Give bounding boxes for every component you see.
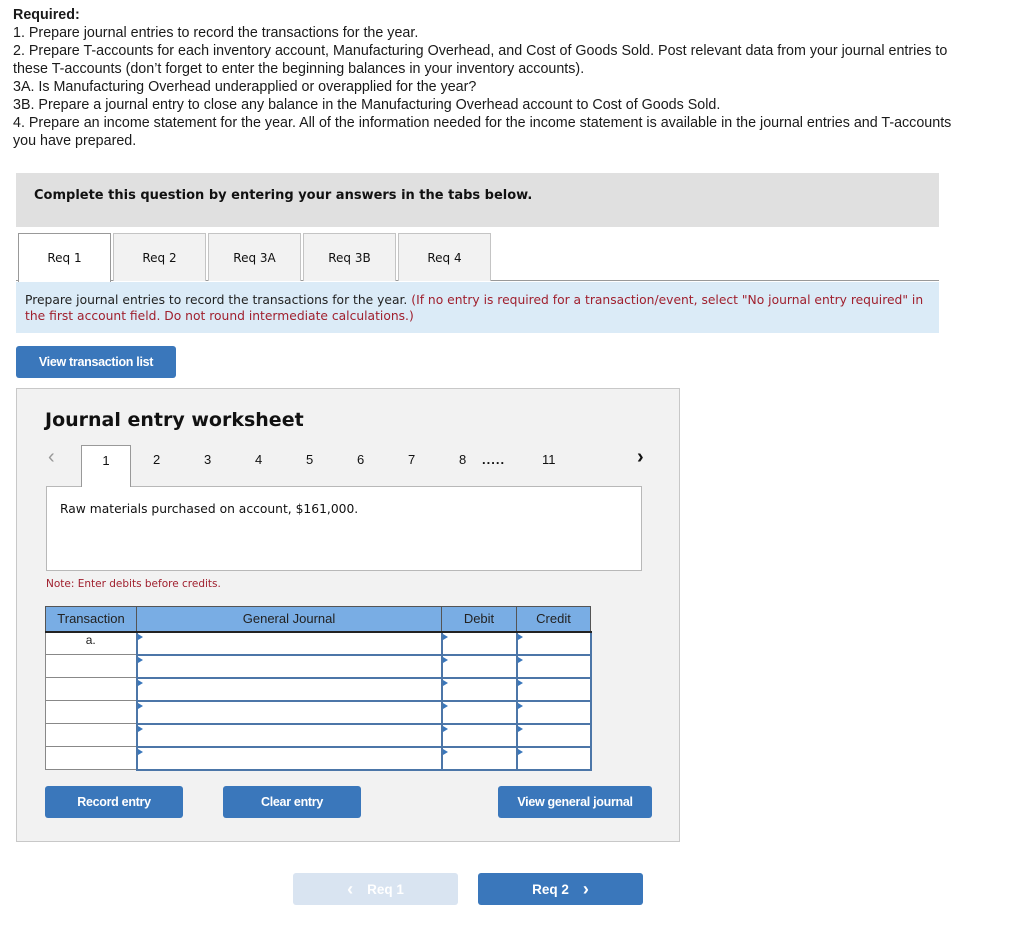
requirements-section: Required: 1. Prepare journal entries to … bbox=[13, 6, 953, 150]
debit-input[interactable] bbox=[440, 699, 518, 725]
requirement-tabs: Req 1 Req 2 Req 3A Req 3B Req 4 bbox=[16, 233, 939, 282]
transaction-cell bbox=[45, 746, 137, 770]
account-select[interactable] bbox=[135, 676, 443, 702]
tab-req-4[interactable]: Req 4 bbox=[398, 233, 491, 281]
transaction-cell bbox=[45, 723, 137, 747]
worksheet-title: Journal entry worksheet bbox=[45, 409, 304, 431]
table-row bbox=[45, 745, 592, 771]
debit-credit-note: Note: Enter debits before credits. bbox=[46, 578, 221, 590]
instruction-text: Complete this question by entering your … bbox=[34, 188, 533, 203]
page-8[interactable]: 8 bbox=[459, 452, 466, 467]
journal-entry-worksheet: Journal entry worksheet ‹ 1 2 3 4 5 6 7 … bbox=[16, 388, 680, 842]
account-select[interactable] bbox=[135, 745, 443, 771]
instruction-bar: Complete this question by entering your … bbox=[16, 173, 939, 227]
prompt-box: Prepare journal entries to record the tr… bbox=[16, 282, 939, 333]
transaction-cell bbox=[45, 677, 137, 701]
table-row bbox=[45, 676, 592, 702]
requirement-4: 4. Prepare an income statement for the y… bbox=[13, 115, 952, 149]
requirement-3b: 3B. Prepare a journal entry to close any… bbox=[13, 97, 721, 113]
chevron-left-icon: ‹ bbox=[347, 878, 354, 899]
debit-input[interactable] bbox=[440, 653, 518, 679]
transaction-cell bbox=[45, 654, 137, 678]
debit-input[interactable] bbox=[440, 630, 518, 656]
credit-input[interactable] bbox=[515, 653, 592, 679]
page-11[interactable]: 11 bbox=[542, 452, 556, 467]
journal-table: Transaction General Journal Debit Credit… bbox=[45, 606, 592, 771]
account-select[interactable] bbox=[135, 653, 443, 679]
entry-pager: ‹ 1 2 3 4 5 6 7 8 ..... 11 › bbox=[17, 445, 681, 487]
prev-req-label: Req 1 bbox=[367, 881, 404, 897]
header-transaction: Transaction bbox=[45, 606, 137, 633]
credit-input[interactable] bbox=[515, 745, 592, 771]
requirements-title: Required: bbox=[13, 7, 80, 23]
debit-input[interactable] bbox=[440, 676, 518, 702]
next-entry-icon[interactable]: › bbox=[637, 446, 644, 469]
tab-req-3a[interactable]: Req 3A bbox=[208, 233, 301, 281]
credit-input[interactable] bbox=[515, 699, 592, 725]
table-row bbox=[45, 653, 592, 679]
page-7[interactable]: 7 bbox=[408, 452, 415, 467]
tab-req-2[interactable]: Req 2 bbox=[113, 233, 206, 281]
view-transaction-list-button[interactable]: View transaction list bbox=[16, 346, 176, 378]
table-row bbox=[45, 699, 592, 725]
transaction-description-box: Raw materials purchased on account, $161… bbox=[46, 486, 642, 571]
page-3[interactable]: 3 bbox=[204, 452, 211, 467]
prompt-text: Prepare journal entries to record the tr… bbox=[25, 293, 408, 307]
prev-entry-icon[interactable]: ‹ bbox=[48, 446, 55, 469]
header-credit: Credit bbox=[516, 606, 591, 633]
account-select[interactable] bbox=[135, 699, 443, 725]
page-4[interactable]: 4 bbox=[255, 452, 262, 467]
view-general-journal-button[interactable]: View general journal bbox=[498, 786, 652, 818]
header-general-journal: General Journal bbox=[136, 606, 442, 633]
page-ellipsis: ..... bbox=[482, 452, 506, 467]
requirement-1: 1. Prepare journal entries to record the… bbox=[13, 25, 419, 41]
account-select[interactable] bbox=[135, 630, 443, 656]
debit-input[interactable] bbox=[440, 722, 518, 748]
tab-req-1[interactable]: Req 1 bbox=[18, 233, 111, 282]
prev-req-button[interactable]: ‹ Req 1 bbox=[293, 873, 458, 905]
transaction-description: Raw materials purchased on account, $161… bbox=[60, 502, 359, 516]
record-entry-button[interactable]: Record entry bbox=[45, 786, 183, 818]
page-2[interactable]: 2 bbox=[153, 452, 160, 467]
debit-input[interactable] bbox=[440, 745, 518, 771]
next-req-button[interactable]: Req 2 › bbox=[478, 873, 643, 905]
requirement-3a: 3A. Is Manufacturing Overhead underappli… bbox=[13, 79, 477, 95]
transaction-cell: a. bbox=[45, 631, 137, 655]
page-1[interactable]: 1 bbox=[81, 445, 131, 487]
next-req-label: Req 2 bbox=[532, 881, 569, 897]
requirement-2: 2. Prepare T-accounts for each inventory… bbox=[13, 43, 948, 77]
chevron-right-icon: › bbox=[582, 878, 589, 899]
tab-req-3b[interactable]: Req 3B bbox=[303, 233, 396, 281]
table-row bbox=[45, 722, 592, 748]
credit-input[interactable] bbox=[515, 676, 592, 702]
page-6[interactable]: 6 bbox=[357, 452, 364, 467]
clear-entry-button[interactable]: Clear entry bbox=[223, 786, 361, 818]
credit-input[interactable] bbox=[515, 630, 592, 656]
account-select[interactable] bbox=[135, 722, 443, 748]
page-5[interactable]: 5 bbox=[306, 452, 313, 467]
header-debit: Debit bbox=[441, 606, 517, 633]
table-row: a. bbox=[45, 630, 592, 656]
transaction-cell bbox=[45, 700, 137, 724]
credit-input[interactable] bbox=[515, 722, 592, 748]
